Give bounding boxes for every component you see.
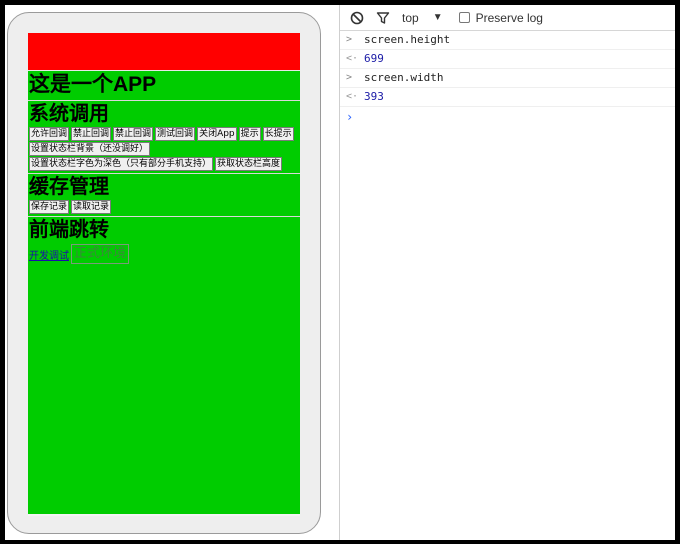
allow-callback-button[interactable]: 允许回调 bbox=[29, 127, 70, 141]
caret-down-icon[interactable]: ▼ bbox=[433, 12, 443, 23]
console-command: screen.width bbox=[364, 71, 444, 84]
result-arrow-icon: <· bbox=[346, 53, 359, 64]
toast-button[interactable]: 提示 bbox=[238, 127, 261, 141]
status-bar-height-button[interactable]: 获取状态栏高度 bbox=[215, 157, 283, 171]
result-arrow-icon: <· bbox=[346, 91, 359, 102]
dev-debug-link[interactable]: 开发调试 bbox=[29, 250, 69, 264]
console-input-row: > screen.width bbox=[340, 69, 675, 88]
console-prompt-row[interactable]: › bbox=[340, 107, 675, 126]
device-frame: 这是一个APP 系统调用 允许回调 禁止回调 禁止回调 测试回调 关闭App 提… bbox=[7, 12, 321, 534]
console-toolbar: top ▼ Preserve log bbox=[340, 5, 675, 31]
system-buttons: 允许回调 禁止回调 禁止回调 测试回调 关闭App 提示 长提示 设置状态栏背景… bbox=[28, 127, 300, 172]
read-record-button[interactable]: 读取记录 bbox=[71, 200, 112, 214]
console-result-row: <· 393 bbox=[340, 88, 675, 107]
prompt-chevron-icon: › bbox=[346, 109, 354, 124]
save-record-button[interactable]: 保存记录 bbox=[29, 200, 70, 214]
disable-callback-button[interactable]: 禁止回调 bbox=[71, 127, 112, 141]
nav-heading: 前端跳转 bbox=[29, 219, 109, 241]
long-toast-button[interactable]: 长提示 bbox=[262, 127, 294, 141]
nav-links: 开发调试 正式环境 bbox=[28, 244, 300, 264]
devtools-console-pane: top ▼ Preserve log > screen.height <· 69… bbox=[340, 5, 675, 540]
production-env-button[interactable]: 正式环境 bbox=[71, 244, 130, 264]
chevron-right-icon: > bbox=[346, 72, 353, 83]
preserve-log-label: Preserve log bbox=[475, 10, 543, 25]
screen-bottom-edge bbox=[28, 514, 300, 516]
status-bar-dark-text-button[interactable]: 设置状态栏字色为深色（只有部分手机支持） bbox=[29, 157, 214, 171]
filter-icon[interactable] bbox=[374, 9, 392, 27]
cache-heading: 缓存管理 bbox=[29, 176, 109, 198]
console-command: screen.height bbox=[364, 33, 451, 46]
system-section: 系统调用 允许回调 禁止回调 禁止回调 测试回调 关闭App 提示 长提示 设置… bbox=[28, 101, 300, 174]
console-result: 699 bbox=[364, 52, 384, 65]
block-icon[interactable] bbox=[348, 9, 366, 27]
console-result: 393 bbox=[364, 90, 384, 103]
console-result-row: <· 699 bbox=[340, 50, 675, 69]
context-selector[interactable]: top bbox=[402, 11, 419, 25]
preserve-log-checkbox[interactable] bbox=[458, 12, 470, 23]
status-bar bbox=[28, 33, 300, 71]
app-viewport: 这是一个APP 系统调用 允许回调 禁止回调 禁止回调 测试回调 关闭App 提… bbox=[28, 33, 300, 515]
system-heading: 系统调用 bbox=[29, 103, 109, 125]
close-app-button[interactable]: 关闭App bbox=[197, 127, 237, 141]
app-header: 这是一个APP bbox=[28, 71, 300, 101]
console-log: > screen.height <· 699 > screen.width <·… bbox=[340, 31, 675, 126]
nav-section: 前端跳转 开发调试 正式环境 bbox=[28, 217, 300, 264]
status-bar-bg-button[interactable]: 设置状态栏背景（还没调好） bbox=[29, 142, 151, 156]
chevron-right-icon: > bbox=[346, 34, 353, 45]
console-input-row: > screen.height bbox=[340, 31, 675, 50]
app-title: 这是一个APP bbox=[29, 73, 157, 96]
cache-buttons: 保存记录 读取记录 bbox=[28, 200, 300, 215]
disable-callback-button-2[interactable]: 禁止回调 bbox=[113, 127, 154, 141]
test-callback-button[interactable]: 测试回调 bbox=[155, 127, 196, 141]
cache-section: 缓存管理 保存记录 读取记录 bbox=[28, 174, 300, 217]
device-emulator-pane: 这是一个APP 系统调用 允许回调 禁止回调 禁止回调 测试回调 关闭App 提… bbox=[5, 5, 339, 540]
